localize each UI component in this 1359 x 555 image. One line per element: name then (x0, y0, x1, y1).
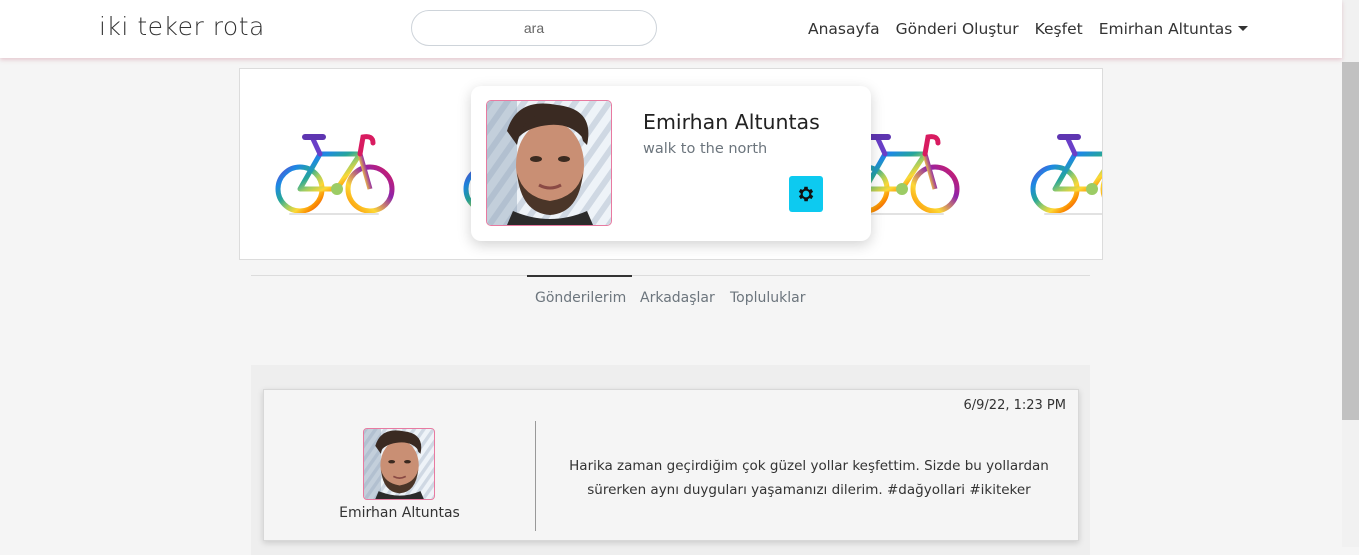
post-author-name[interactable]: Emirhan Altuntas (264, 505, 535, 521)
profile-settings-button[interactable] (789, 176, 823, 212)
profile-bio: walk to the north (643, 141, 768, 157)
gear-icon (798, 186, 814, 202)
tab-my-posts[interactable]: Gönderilerim (535, 290, 626, 306)
post-text: Harika zaman geçirdiğim çok güzel yollar… (569, 458, 1049, 498)
bicycle-icon (275, 129, 395, 223)
nav-link-home[interactable]: Anasayfa (808, 20, 880, 38)
post-author-avatar[interactable] (363, 428, 435, 500)
profile-name: Emirhan Altuntas (643, 110, 820, 134)
user-menu-label: Emirhan Altuntas (1098, 20, 1233, 38)
search-input[interactable] (411, 10, 657, 46)
scrollbar-thumb[interactable] (1342, 62, 1359, 420)
profile-avatar (486, 100, 612, 226)
tab-communities[interactable]: Topluluklar (730, 290, 805, 306)
profile-card: Emirhan Altuntas walk to the north (471, 86, 871, 241)
brand-logo[interactable]: iki teker rota (99, 12, 265, 41)
tabs-divider (251, 275, 1090, 276)
nav-links: Anasayfa Gönderi Oluştur Keşfet Emirhan … (808, 20, 1264, 38)
nav-link-explore[interactable]: Keşfet (1035, 20, 1083, 38)
bicycle-icon (1030, 129, 1102, 223)
post-timestamp: 6/9/22, 1:23 PM (963, 398, 1067, 413)
top-navbar: iki teker rota Anasayfa Gönderi Oluştur … (0, 0, 1342, 58)
user-menu-dropdown[interactable]: Emirhan Altuntas (1099, 20, 1249, 38)
tab-friends[interactable]: Arkadaşlar (640, 290, 715, 306)
post-divider (535, 421, 536, 531)
post-card: 6/9/22, 1:23 PM Emirhan Altuntas Harika … (263, 389, 1079, 541)
active-tab-indicator (527, 275, 632, 277)
chevron-down-icon (1238, 26, 1249, 31)
nav-link-create-post[interactable]: Gönderi Oluştur (896, 20, 1019, 38)
